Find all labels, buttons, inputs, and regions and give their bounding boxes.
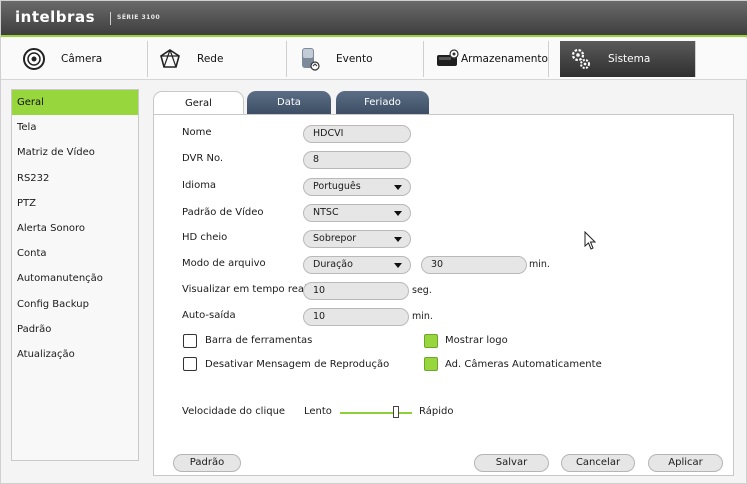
tab-geral[interactable]: Geral: [153, 91, 244, 115]
ad-cameras-label: Ad. Câmeras Automaticamente: [445, 359, 602, 370]
sidebar-item-matriz-video[interactable]: Matriz de Vídeo: [12, 140, 138, 165]
visualizar-input[interactable]: 10: [303, 282, 409, 300]
idioma-label: Idioma: [182, 180, 217, 191]
salvar-button[interactable]: Salvar: [474, 454, 549, 472]
tab-data[interactable]: Data: [247, 91, 331, 115]
velocidade-label: Velocidade do clique: [182, 406, 286, 417]
tab-camera[interactable]: Câmera: [13, 41, 148, 77]
sidebar-item-automanutencao[interactable]: Automanutenção: [12, 266, 138, 291]
settings-panel: Nome HDCVI DVR No. 8 Idioma Português Pa…: [153, 114, 734, 476]
desativar-mensagem-checkbox[interactable]: [183, 357, 197, 371]
chevron-down-icon: [394, 263, 402, 268]
visualizar-label: Visualizar em tempo real: [182, 284, 307, 295]
tab-event-label: Evento: [336, 53, 373, 65]
padrao-video-select[interactable]: NTSC: [303, 204, 411, 222]
mouse-cursor-icon: [584, 231, 597, 250]
hd-cheio-value: Sobrepor: [313, 233, 357, 244]
chevron-down-icon: [394, 185, 402, 190]
storage-icon: [435, 46, 461, 72]
hd-cheio-select[interactable]: Sobrepor: [303, 230, 411, 248]
tab-system[interactable]: Sistema: [560, 41, 696, 77]
tab-network[interactable]: Rede: [149, 41, 287, 77]
slider-slow-label: Lento: [304, 406, 332, 417]
series-label: SÉRIE 3100: [117, 14, 161, 21]
tab-network-label: Rede: [197, 53, 224, 65]
modo-arquivo-unit: min.: [529, 259, 550, 270]
modo-arquivo-label: Modo de arquivo: [182, 258, 266, 269]
modo-arquivo-minutes-input[interactable]: 30: [421, 256, 527, 274]
idioma-value: Português: [313, 181, 361, 192]
padrao-button[interactable]: Padrão: [173, 454, 241, 472]
sidebar: Geral Tela Matriz de Vídeo RS232 PTZ Ale…: [11, 89, 139, 461]
velocidade-slider-track[interactable]: [340, 412, 412, 414]
mostrar-logo-checkbox[interactable]: [424, 334, 438, 348]
padrao-video-value: NTSC: [313, 207, 339, 218]
gears-icon: [568, 46, 594, 72]
cancelar-button[interactable]: Cancelar: [561, 454, 635, 472]
barra-ferramentas-label: Barra de ferramentas: [205, 335, 313, 346]
auto-saida-unit: min.: [412, 311, 433, 322]
visualizar-unit: seg.: [412, 285, 432, 296]
brand-logo: intelbras: [15, 8, 95, 26]
sidebar-item-config-backup[interactable]: Config Backup: [12, 292, 138, 317]
network-icon: [157, 46, 183, 72]
sidebar-item-ptz[interactable]: PTZ: [12, 191, 138, 216]
logo-divider: [110, 12, 111, 25]
tab-event[interactable]: Evento: [288, 41, 424, 77]
aplicar-button[interactable]: Aplicar: [648, 454, 723, 472]
auto-saida-input[interactable]: 10: [303, 308, 409, 326]
event-icon: [296, 46, 322, 72]
barra-ferramentas-checkbox[interactable]: [183, 334, 197, 348]
tab-system-label: Sistema: [608, 53, 651, 65]
desativar-mensagem-label: Desativar Mensagem de Reprodução: [205, 359, 390, 370]
slider-fast-label: Rápido: [419, 406, 454, 417]
velocidade-slider-handle[interactable]: [393, 406, 399, 418]
chevron-down-icon: [394, 211, 402, 216]
sidebar-item-atualizacao[interactable]: Atualização: [12, 342, 138, 367]
mostrar-logo-label: Mostrar logo: [445, 335, 508, 346]
sidebar-item-geral[interactable]: Geral: [12, 90, 138, 116]
sidebar-item-padrao[interactable]: Padrão: [12, 317, 138, 342]
idioma-select[interactable]: Português: [303, 178, 411, 196]
hd-cheio-label: HD cheio: [182, 232, 228, 243]
tab-storage-label: Armazenamento: [461, 53, 548, 65]
padrao-video-label: Padrão de Vídeo: [182, 207, 264, 218]
sidebar-item-conta[interactable]: Conta: [12, 241, 138, 266]
nome-label: Nome: [182, 127, 212, 138]
auto-saida-label: Auto-saída: [182, 310, 236, 321]
dvr-no-input[interactable]: 8: [303, 151, 411, 169]
ad-cameras-checkbox[interactable]: [424, 357, 438, 371]
nome-input[interactable]: HDCVI: [303, 125, 411, 143]
tab-storage[interactable]: Armazenamento: [425, 41, 549, 77]
brand-bar: intelbras SÉRIE 3100: [1, 1, 747, 37]
chevron-down-icon: [394, 237, 402, 242]
camera-icon: [21, 46, 47, 72]
tab-camera-label: Câmera: [61, 53, 103, 65]
app-window: intelbras SÉRIE 3100 Câmera Rede Evento: [0, 0, 747, 484]
sidebar-item-tela[interactable]: Tela: [12, 115, 138, 140]
top-nav: Câmera Rede Evento Armazenamento Sistema: [1, 38, 747, 80]
modo-arquivo-select[interactable]: Duração: [303, 256, 411, 274]
tab-feriado[interactable]: Feriado: [336, 91, 429, 115]
sidebar-item-rs232[interactable]: RS232: [12, 166, 138, 191]
modo-arquivo-value: Duração: [313, 259, 353, 270]
dvr-no-label: DVR No.: [182, 153, 224, 164]
sidebar-item-alerta-sonoro[interactable]: Alerta Sonoro: [12, 216, 138, 241]
